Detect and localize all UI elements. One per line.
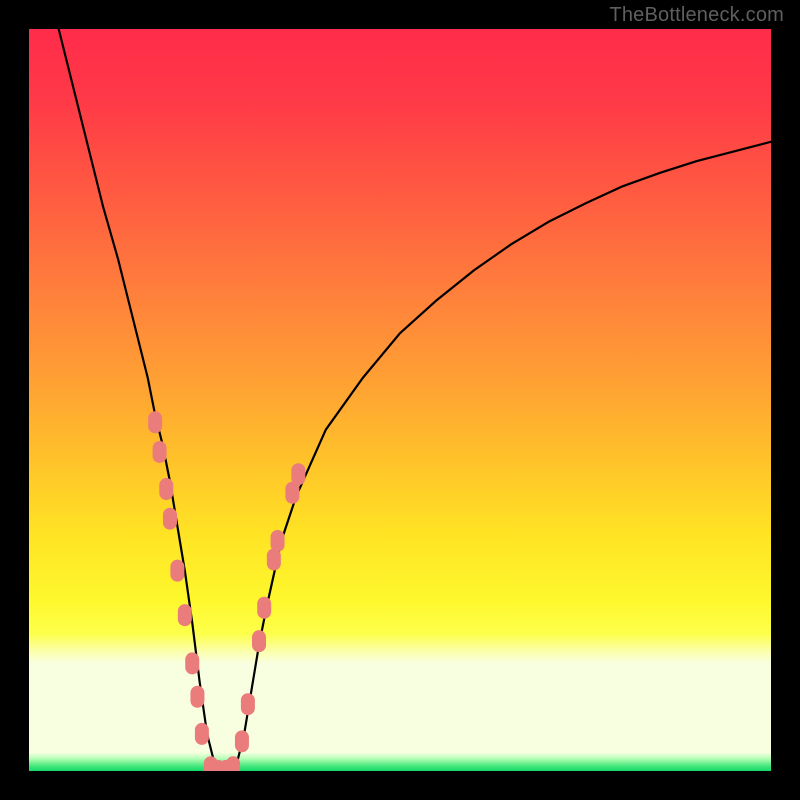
data-point: [235, 730, 249, 752]
highlighted-points: [148, 411, 305, 771]
plot-area: [29, 29, 771, 771]
data-point: [252, 630, 266, 652]
bottleneck-curve: [59, 29, 771, 771]
data-point: [159, 478, 173, 500]
data-point: [163, 508, 177, 530]
data-point: [185, 652, 199, 674]
data-point: [148, 411, 162, 433]
watermark-text: TheBottleneck.com: [609, 4, 784, 27]
data-point: [170, 560, 184, 582]
data-point: [195, 723, 209, 745]
data-point: [241, 693, 255, 715]
data-point: [190, 686, 204, 708]
data-point: [291, 463, 305, 485]
data-point: [153, 441, 167, 463]
data-point: [257, 597, 271, 619]
curve-layer: [29, 29, 771, 771]
data-point: [271, 530, 285, 552]
frame: TheBottleneck.com: [0, 0, 800, 800]
data-point: [226, 756, 240, 771]
data-point: [178, 604, 192, 626]
